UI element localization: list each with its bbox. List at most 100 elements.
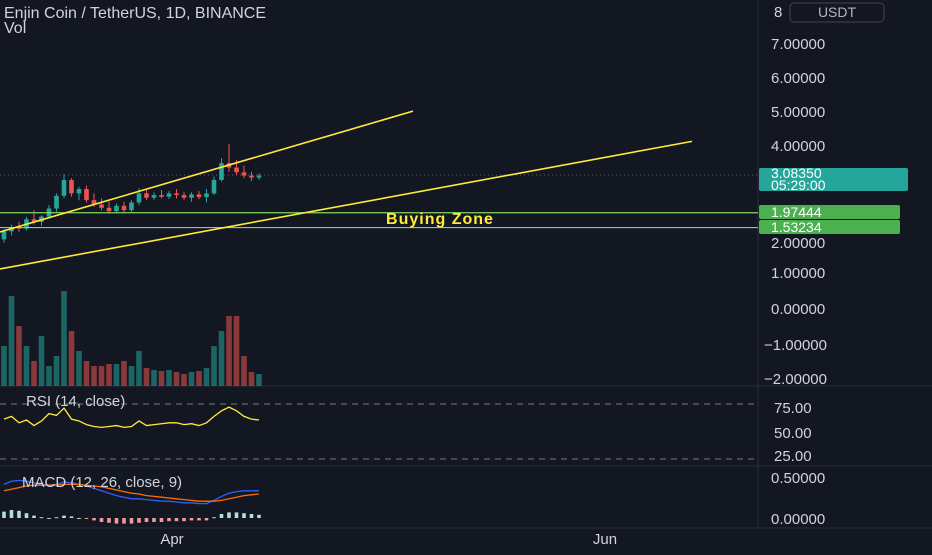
- volume-bar: [38, 336, 45, 386]
- volume-bar: [136, 351, 142, 386]
- volume-bar: [61, 291, 67, 386]
- volume-bar: [1, 346, 7, 386]
- candle-body: [151, 195, 157, 198]
- chart-stage[interactable]: Buying Zone Enjin Coin / TetherUS, 1D, B…: [0, 0, 932, 550]
- volume-bar: [211, 346, 217, 386]
- rsi-axis-label: 50.00: [774, 425, 812, 442]
- volume-bar: [23, 346, 30, 386]
- volume-bar: [113, 364, 120, 386]
- rsi-axis-label: 75.00: [774, 400, 812, 417]
- candle-body: [189, 194, 194, 198]
- price-label: −1.00000: [764, 337, 827, 354]
- macd-histogram-bar: [69, 516, 74, 518]
- volume-bar: [256, 374, 262, 386]
- chart-canvas[interactable]: Buying Zone Enjin Coin / TetherUS, 1D, B…: [0, 0, 932, 550]
- price-label: 0.00000: [771, 301, 825, 318]
- volume-bar: [76, 351, 82, 386]
- candle-body: [114, 205, 119, 212]
- macd-axis-label: 0.50000: [771, 470, 825, 487]
- price-label: −2.00000: [764, 371, 827, 388]
- level-badge-lower-text: 1.53234: [771, 219, 822, 235]
- volume-bar: [241, 356, 247, 386]
- price-label: 1.00000: [771, 265, 825, 282]
- macd-histogram-bar: [197, 518, 201, 521]
- symbol-title[interactable]: Enjin Coin / TetherUS, 1D, BINANCE: [4, 5, 266, 22]
- volume-bar: [46, 366, 52, 386]
- candle-body: [234, 167, 239, 173]
- macd-axis-label: 0.00000: [771, 511, 825, 528]
- currency-badge-text: USDT: [818, 4, 857, 20]
- time-axis-label: Jun: [593, 531, 617, 548]
- macd-histogram-bar: [32, 515, 36, 518]
- macd-histogram-bar: [212, 517, 216, 519]
- macd-histogram-bar: [2, 511, 6, 518]
- volume-bar: [233, 316, 240, 386]
- candle-body: [129, 202, 134, 211]
- macd-histogram-bar: [54, 517, 59, 519]
- volume-bar: [8, 296, 15, 386]
- candle-body: [159, 195, 164, 197]
- macd-histogram-bar: [257, 514, 261, 518]
- buying-zone-label[interactable]: Buying Zone: [386, 211, 494, 228]
- price-label: 6.00000: [771, 70, 825, 87]
- volume-bar: [173, 372, 180, 386]
- macd-histogram-bar: [189, 518, 194, 521]
- macd-histogram-bar: [152, 518, 156, 522]
- level-badge-upper-text: 1.97444: [771, 204, 822, 220]
- macd-histogram-bar: [17, 510, 21, 518]
- candle-body: [241, 172, 247, 176]
- macd-histogram-bar: [129, 518, 134, 524]
- volume-bar: [91, 366, 97, 386]
- volume-bar: [181, 374, 187, 386]
- candle-body: [166, 193, 172, 197]
- macd-histogram-bar: [99, 518, 104, 522]
- macd-histogram-bar: [159, 518, 164, 522]
- macd-histogram-bar: [62, 515, 66, 518]
- candle-body: [99, 204, 104, 208]
- macd-histogram-bar: [167, 518, 171, 522]
- candle-body: [181, 195, 187, 198]
- time-axis-label: Apr: [160, 531, 183, 548]
- macd-histogram-bar: [107, 518, 111, 523]
- price-label: 4.00000: [771, 138, 825, 155]
- candle-body: [1, 231, 7, 240]
- rsi-title[interactable]: RSI (14, close): [26, 393, 125, 410]
- candle-body: [204, 193, 209, 198]
- macd-histogram-bar: [249, 514, 254, 518]
- candle-body: [76, 189, 82, 194]
- volume-bar: [158, 371, 165, 386]
- macd-histogram-bar: [47, 518, 51, 519]
- candle-body: [84, 189, 89, 201]
- volume-bar: [218, 331, 225, 386]
- volume-bar: [121, 361, 127, 386]
- volume-bar: [53, 356, 60, 386]
- macd-histogram-bar: [84, 518, 89, 519]
- macd-title[interactable]: MACD (12, 26, close, 9): [22, 474, 182, 491]
- volume-bar: [143, 368, 150, 386]
- volume-bar: [203, 368, 210, 386]
- macd-histogram-bar: [227, 512, 231, 518]
- candle-body: [196, 194, 202, 198]
- macd-histogram-bar: [92, 518, 96, 521]
- macd-histogram-bar: [122, 518, 126, 524]
- macd-histogram-bar: [77, 518, 81, 519]
- candle-body: [61, 179, 67, 196]
- macd-histogram-bar: [39, 517, 44, 519]
- candle-countdown: 05:29:00: [771, 177, 826, 193]
- candle-body: [54, 195, 59, 209]
- macd-histogram-bar: [219, 514, 224, 518]
- volume-bar: [151, 370, 157, 386]
- volume-bar: [16, 326, 22, 386]
- volume-bar: [128, 366, 135, 386]
- volume-bar: [98, 366, 105, 386]
- macd-histogram-bar: [144, 518, 149, 522]
- price-label: 7.00000: [771, 36, 825, 53]
- price-axis-top-label: 8: [774, 4, 782, 21]
- macd-histogram-bar: [204, 518, 209, 521]
- volume-bar: [106, 364, 112, 386]
- candle-body: [136, 193, 142, 203]
- macd-histogram-bar: [242, 513, 246, 518]
- candle-body: [69, 179, 74, 194]
- macd-histogram-bar: [234, 512, 239, 518]
- volume-indicator-label[interactable]: Vol: [4, 20, 26, 37]
